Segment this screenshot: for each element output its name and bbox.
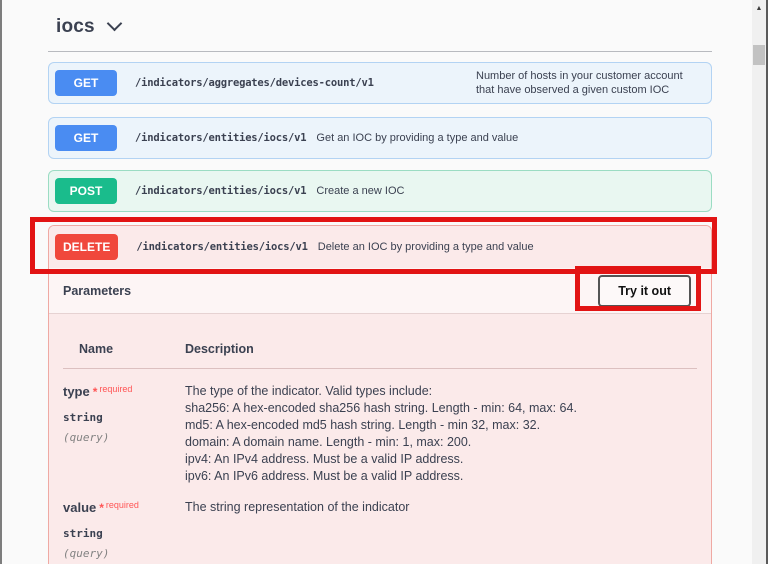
table-row-param-type: type * required string (query) The type of… xyxy=(63,369,697,485)
param-description-cell: The type of the indicator. Valid types i… xyxy=(185,383,697,485)
required-label: required xyxy=(99,384,133,394)
window-left-border xyxy=(0,0,2,564)
param-description-line: The string representation of the indicat… xyxy=(185,500,410,514)
param-description-line: ipv4: An IPv4 address. Must be a valid I… xyxy=(185,452,464,466)
method-badge-get: GET xyxy=(55,125,117,151)
param-data-type: string xyxy=(63,527,103,540)
parameters-title: Parameters xyxy=(63,283,132,298)
required-label: required xyxy=(105,500,139,510)
endpoint-row-get-iocs[interactable]: GET /indicators/entities/iocs/v1 Get an … xyxy=(48,117,712,159)
table-row-param-value: value * required string (query) The string… xyxy=(63,485,697,560)
endpoint-description: Delete an IOC by providing a type and va… xyxy=(317,241,534,253)
page-title: iocs xyxy=(56,16,95,37)
required-star: * xyxy=(99,501,104,515)
method-badge-post: POST xyxy=(55,178,117,204)
tag-section-iocs-toggle[interactable]: iocs xyxy=(56,16,121,38)
param-description-line: ipv6: An IPv6 address. Must be a valid I… xyxy=(185,469,464,483)
scroll-up-icon[interactable]: ▲ xyxy=(752,1,766,15)
param-description-line: The type of the indicator. Valid types i… xyxy=(185,384,433,398)
endpoint-description: Get an IOC by providing a type and value xyxy=(316,132,519,144)
table-header-row: Name Description xyxy=(63,314,697,369)
required-star: * xyxy=(92,385,98,399)
param-name: value xyxy=(63,500,97,515)
parameters-header: Parameters Try it out xyxy=(49,268,711,314)
vertical-scrollbar[interactable]: ▲ xyxy=(752,0,766,564)
endpoint-description: Create a new IOC xyxy=(316,185,405,197)
endpoint-row-get-devices-count[interactable]: GET /indicators/aggregates/devices-count… xyxy=(48,62,712,104)
param-location: (query) xyxy=(63,547,110,560)
method-badge-delete: DELETE xyxy=(55,234,119,260)
param-name-cell: value * required string (query) xyxy=(63,499,185,560)
try-it-out-button[interactable]: Try it out xyxy=(598,274,691,307)
param-location: (query) xyxy=(63,431,110,444)
scrollbar-thumb[interactable] xyxy=(753,45,765,65)
param-data-type: string xyxy=(63,411,103,424)
endpoint-row-delete-iocs[interactable]: DELETE /indicators/entities/iocs/v1 Dele… xyxy=(49,226,711,268)
param-description-line: sha256: A hex-encoded sha256 hash string… xyxy=(185,401,577,415)
endpoint-path: /indicators/entities/iocs/v1 xyxy=(135,185,307,197)
param-description-cell: The string representation of the indicat… xyxy=(185,499,697,560)
endpoint-row-post-iocs[interactable]: POST /indicators/entities/iocs/v1 Create… xyxy=(48,170,712,212)
endpoint-path: /indicators/entities/iocs/v1 xyxy=(136,241,308,253)
endpoint-path: /indicators/entities/iocs/v1 xyxy=(135,132,307,144)
endpoint-path: /indicators/aggregates/devices-count/v1 xyxy=(135,77,374,89)
param-description-line: md5: A hex-encoded md5 hash string. Leng… xyxy=(185,418,541,432)
param-description-line: domain: A domain name. Length - min: 1, … xyxy=(185,435,472,449)
section-divider xyxy=(48,51,712,52)
chevron-down-icon xyxy=(109,18,121,30)
parameters-table: Name Description type * required string (q… xyxy=(49,314,711,560)
column-header-name: Name xyxy=(79,342,114,356)
column-header-description: Description xyxy=(185,342,254,356)
param-name-cell: type * required string (query) xyxy=(63,383,185,485)
param-name: type xyxy=(63,384,90,399)
endpoint-description: Number of hosts in your customer account… xyxy=(476,70,683,96)
endpoint-block-delete-iocs: DELETE /indicators/entities/iocs/v1 Dele… xyxy=(48,225,712,564)
method-badge-get: GET xyxy=(55,70,117,96)
